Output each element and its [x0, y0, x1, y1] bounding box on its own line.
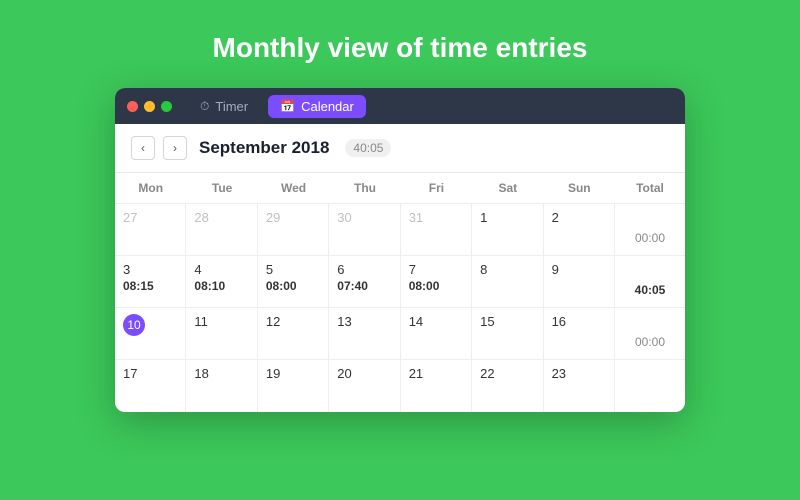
page-title: Monthly view of time entries — [213, 32, 588, 64]
day-number: 16 — [552, 314, 566, 329]
day-number: 5 — [266, 262, 273, 277]
total-time: 40:05 — [635, 283, 666, 301]
day-number: 9 — [552, 262, 559, 277]
header-total: 40:05 — [345, 139, 391, 157]
col-wed: Wed — [258, 173, 329, 204]
day-cell[interactable]: 30 — [329, 204, 400, 256]
day-number: 18 — [194, 366, 208, 381]
next-month-button[interactable]: › — [163, 136, 187, 160]
day-number: 7 — [409, 262, 416, 277]
maximize-button[interactable] — [161, 101, 172, 112]
day-number: 4 — [194, 262, 201, 277]
day-cell[interactable]: 18 — [186, 360, 257, 412]
day-cell[interactable]: 21 — [401, 360, 472, 412]
col-thu: Thu — [329, 173, 400, 204]
week-total: 00:00 — [615, 204, 685, 256]
day-cell[interactable]: 9 — [544, 256, 615, 308]
day-cell[interactable]: 19 — [258, 360, 329, 412]
week-total — [615, 360, 685, 412]
day-cell[interactable]: 14 — [401, 308, 472, 360]
day-cell[interactable]: 10 — [115, 308, 186, 360]
month-label: September 2018 — [199, 138, 329, 158]
minimize-button[interactable] — [144, 101, 155, 112]
day-cell[interactable]: 7 08:00 — [401, 256, 472, 308]
day-cell[interactable]: 8 — [472, 256, 543, 308]
day-time: 08:10 — [194, 279, 225, 293]
day-number: 29 — [266, 210, 280, 225]
week-total: 00:00 — [615, 308, 685, 360]
calendar-header: ‹ › September 2018 40:05 — [115, 124, 685, 173]
app-window: ⏱ Timer 📅 Calendar ‹ › September 2018 40… — [115, 88, 685, 412]
close-button[interactable] — [127, 101, 138, 112]
day-time: 08:00 — [266, 279, 297, 293]
tab-calendar-label: Calendar — [301, 99, 354, 114]
day-number: 23 — [552, 366, 566, 381]
day-number: 10 — [123, 314, 145, 336]
calendar-icon: 📅 — [280, 99, 295, 113]
col-sat: Sat — [472, 173, 543, 204]
day-cell[interactable]: 2 — [544, 204, 615, 256]
day-cell[interactable]: 29 — [258, 204, 329, 256]
day-cell[interactable]: 13 — [329, 308, 400, 360]
day-cell[interactable]: 12 — [258, 308, 329, 360]
traffic-lights — [127, 101, 172, 112]
col-tue: Tue — [186, 173, 257, 204]
day-number: 17 — [123, 366, 137, 381]
calendar-grid: Mon Tue Wed Thu Fri Sat Sun Total 27 28 … — [115, 173, 685, 412]
day-number: 28 — [194, 210, 208, 225]
tab-timer-label: Timer — [215, 99, 248, 114]
day-cell[interactable]: 28 — [186, 204, 257, 256]
day-time: 08:00 — [409, 279, 440, 293]
day-cell[interactable]: 31 — [401, 204, 472, 256]
day-number: 8 — [480, 262, 487, 277]
col-mon: Mon — [115, 173, 186, 204]
day-cell[interactable]: 1 — [472, 204, 543, 256]
col-total: Total — [615, 173, 685, 204]
day-number: 20 — [337, 366, 351, 381]
titlebar: ⏱ Timer 📅 Calendar — [115, 88, 685, 124]
day-number: 1 — [480, 210, 487, 225]
day-number: 22 — [480, 366, 494, 381]
total-time: 00:00 — [635, 231, 665, 249]
prev-month-button[interactable]: ‹ — [131, 136, 155, 160]
total-time: 00:00 — [635, 335, 665, 353]
day-cell[interactable]: 4 08:10 — [186, 256, 257, 308]
day-time: 08:15 — [123, 279, 154, 293]
day-number: 13 — [337, 314, 351, 329]
col-fri: Fri — [401, 173, 472, 204]
day-number: 2 — [552, 210, 559, 225]
day-cell[interactable]: 23 — [544, 360, 615, 412]
day-cell[interactable]: 15 — [472, 308, 543, 360]
day-number: 6 — [337, 262, 344, 277]
day-number: 11 — [194, 314, 208, 329]
day-number: 30 — [337, 210, 351, 225]
day-number: 27 — [123, 210, 137, 225]
day-cell[interactable]: 11 — [186, 308, 257, 360]
day-cell[interactable]: 17 — [115, 360, 186, 412]
day-number: 3 — [123, 262, 130, 277]
day-number: 21 — [409, 366, 423, 381]
tab-timer[interactable]: ⏱ Timer — [188, 95, 260, 118]
day-number: 14 — [409, 314, 423, 329]
day-number: 15 — [480, 314, 494, 329]
day-cell[interactable]: 3 08:15 — [115, 256, 186, 308]
day-cell[interactable]: 27 — [115, 204, 186, 256]
timer-icon: ⏱ — [200, 99, 209, 114]
col-sun: Sun — [544, 173, 615, 204]
day-cell[interactable]: 22 — [472, 360, 543, 412]
tab-calendar[interactable]: 📅 Calendar — [268, 95, 366, 118]
day-number: 31 — [409, 210, 423, 225]
day-cell[interactable]: 6 07:40 — [329, 256, 400, 308]
day-cell[interactable]: 20 — [329, 360, 400, 412]
day-cell[interactable]: 5 08:00 — [258, 256, 329, 308]
day-number: 19 — [266, 366, 280, 381]
day-number: 12 — [266, 314, 280, 329]
day-cell[interactable]: 16 — [544, 308, 615, 360]
week-total: 40:05 — [615, 256, 685, 308]
day-time: 07:40 — [337, 279, 368, 293]
